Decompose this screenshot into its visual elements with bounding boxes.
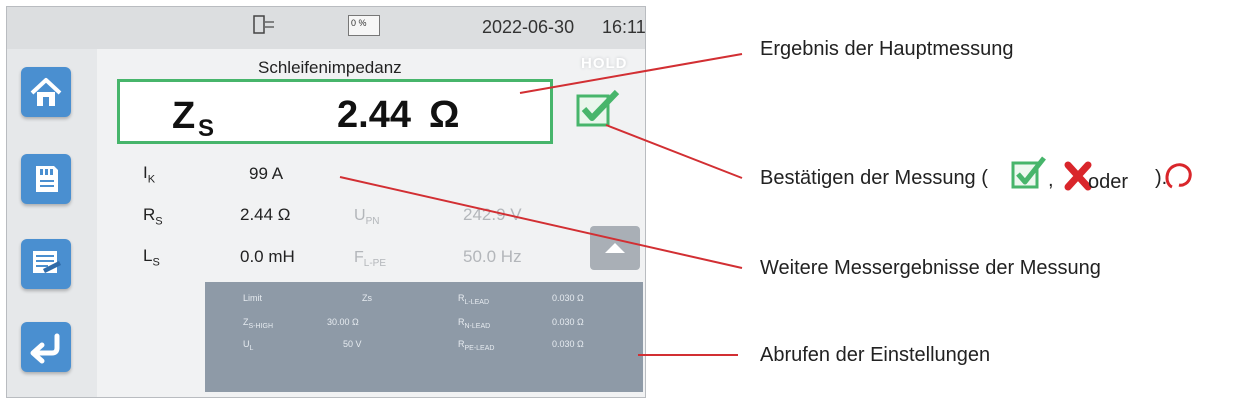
annotation-further: Weitere Messergebnisse der Messung xyxy=(760,257,1101,279)
annotation-line-confirm xyxy=(605,124,743,179)
annotation-main: Ergebnis der Hauptmessung xyxy=(760,38,1014,60)
annotation-confirm-or: oder xyxy=(1088,171,1129,193)
annotation-lines xyxy=(339,53,743,356)
annotation-confirm-prefix: Bestätigen der Messung ( xyxy=(760,167,988,189)
check-icon xyxy=(1011,156,1046,189)
annotation-line-further xyxy=(339,176,743,269)
annotation-line-main xyxy=(519,53,743,94)
annotation-settings: Abrufen der Einstellungen xyxy=(760,344,991,366)
annotation-confirm-comma: , xyxy=(1048,169,1054,191)
empty-circle-icon xyxy=(1165,163,1192,189)
